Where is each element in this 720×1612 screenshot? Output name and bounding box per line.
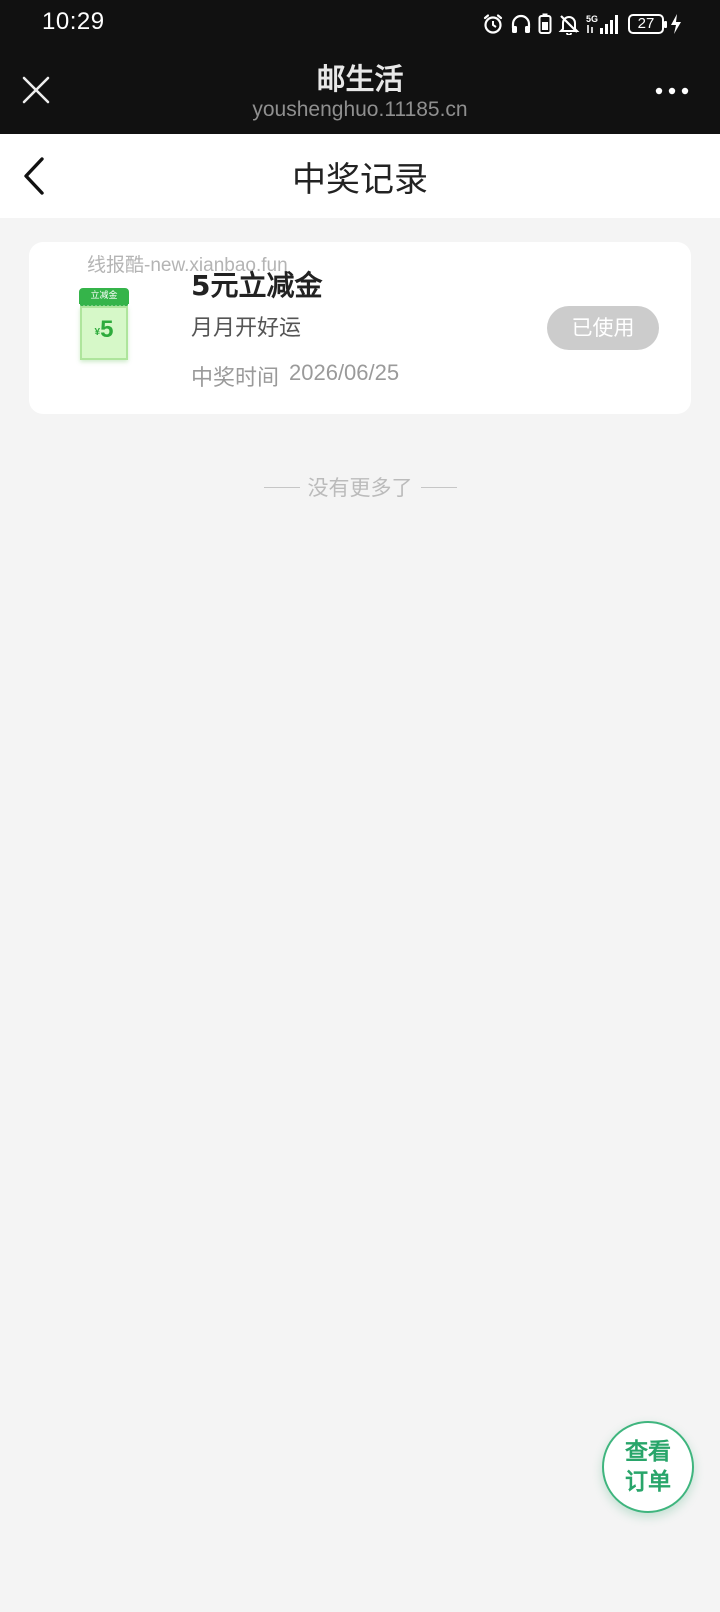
coupon-icon: 立减金 ¥5 (79, 288, 129, 364)
battery-saver-icon (538, 13, 552, 34)
list-end-indicator: 没有更多了 (0, 472, 720, 502)
prize-description: 月月开好运 (191, 316, 302, 341)
charging-icon (671, 14, 681, 34)
coupon-amount-value: 5 (100, 316, 114, 343)
status-icons: 5G 27 (482, 10, 682, 38)
alarm-icon (483, 14, 503, 34)
divider-left (263, 486, 300, 488)
miniprogram-title: 邮生活 (316, 62, 404, 96)
miniprogram-domain: youshenghuo.11185.cn (252, 98, 468, 121)
headphones-icon (511, 14, 531, 33)
miniprogram-header: 邮生活 youshenghuo.11185.cn (0, 48, 720, 134)
divider-right (420, 486, 457, 488)
prize-name: 5元立减金 (191, 269, 323, 302)
more-icon[interactable] (654, 86, 690, 96)
nav-bar: 中奖记录 (0, 134, 720, 218)
used-status-button[interactable]: 已使用 (547, 306, 659, 350)
prize-time-value: 2026/06/25 (289, 360, 400, 385)
status-time: 10:29 (42, 8, 105, 35)
signal-icon: 5G (586, 14, 618, 34)
mute-bell-icon (558, 15, 580, 35)
status-bar: 10:29 5G 27 (0, 0, 720, 48)
coupon-amount: ¥5 (82, 316, 126, 344)
coupon-tag-label: 立减金 (90, 291, 118, 301)
view-orders-line2: 订单 (625, 1469, 671, 1495)
coupon-tag: 立减金 (79, 288, 129, 304)
list-end-text: 没有更多了 (307, 476, 413, 500)
view-orders-line1: 查看 (625, 1439, 671, 1465)
prize-time-label: 中奖时间 (191, 366, 280, 391)
svg-text:5G: 5G (586, 14, 598, 24)
view-orders-button[interactable]: 查看 订单 (602, 1421, 694, 1513)
coupon-body: ¥5 (80, 306, 128, 360)
page-title: 中奖记录 (292, 160, 428, 200)
battery-indicator: 27 (628, 14, 667, 34)
prize-record-card[interactable]: 线报酷-new.xianbao.fun 立减金 ¥5 5元立减金 月月开好运 中… (29, 242, 691, 414)
